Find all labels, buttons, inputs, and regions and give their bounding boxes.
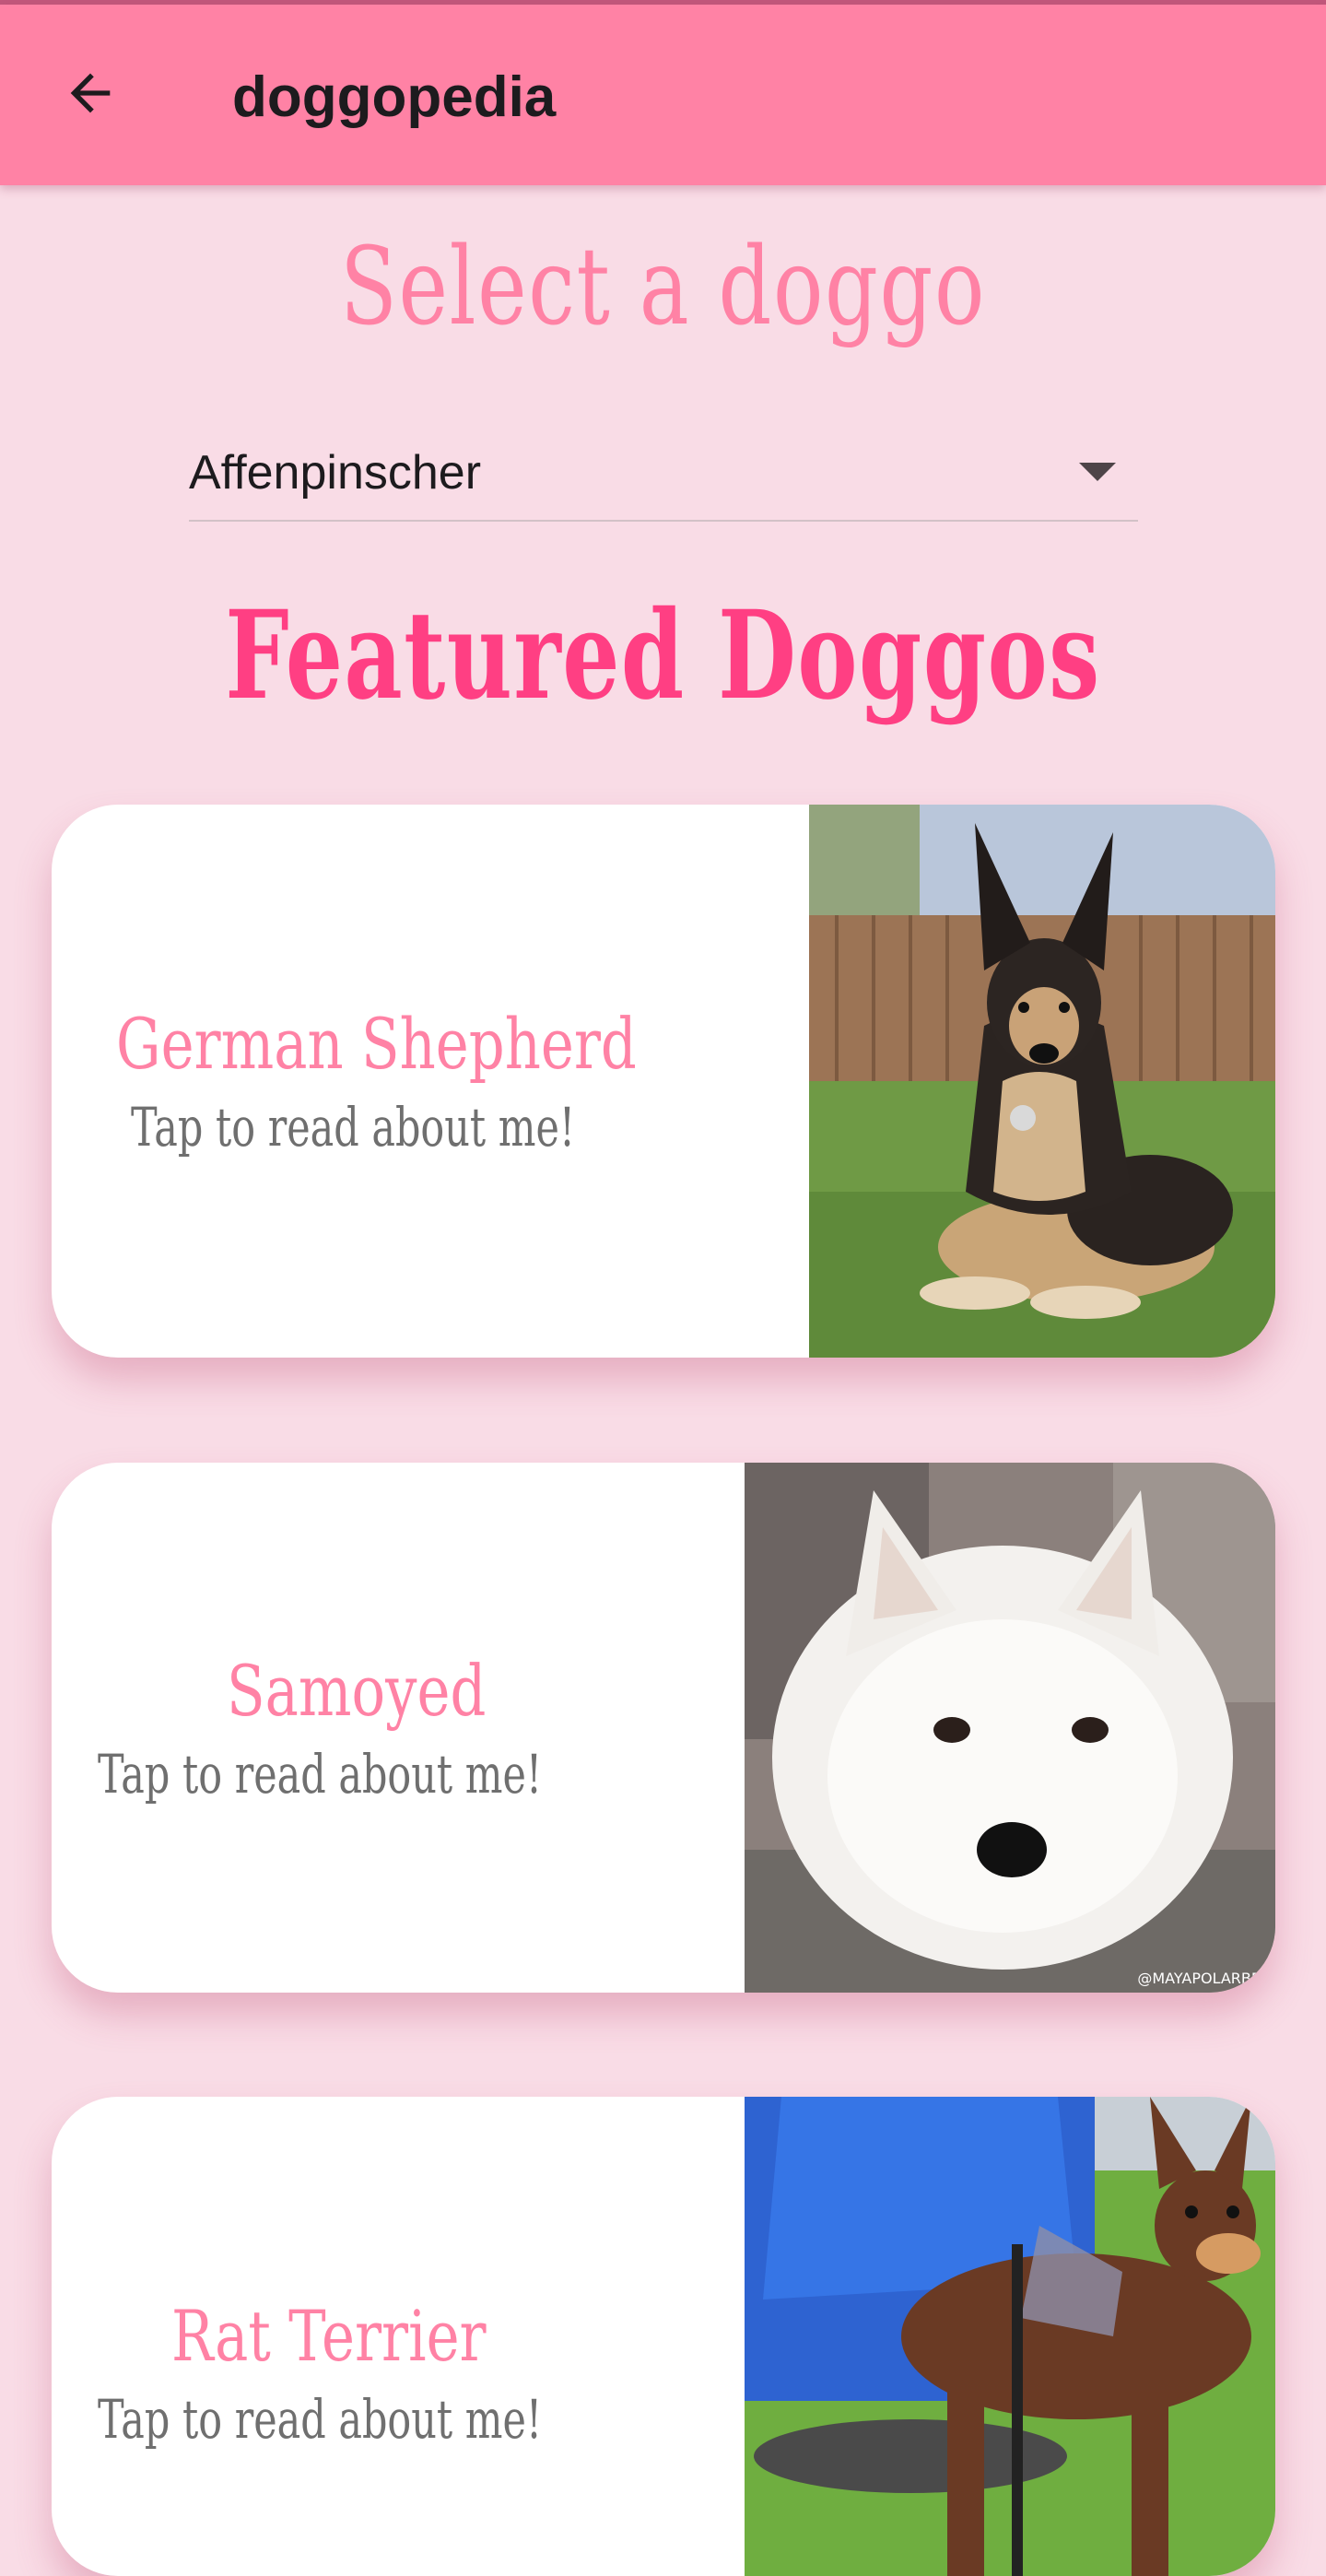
featured-doggos-heading: Featured Doggos [225,584,1101,727]
card-subtitle: Tap to read about me! [98,1742,543,1806]
arrow-back-icon [70,73,111,113]
card-subtitle: Tap to read about me! [131,1096,576,1159]
featured-card-rat-terrier[interactable]: Rat Terrier Tap to read about me! [52,2097,1275,2576]
featured-card-german-shepherd[interactable]: German Shepherd Tap to read about me! [52,805,1275,1358]
back-button[interactable] [46,49,135,137]
arrow-drop-down-icon [1079,463,1116,481]
card-text: Rat Terrier Tap to read about me! [98,2097,698,2576]
select-doggo-heading: Select a doggo [339,225,987,349]
dropdown-selected-value: Affenpinscher [189,446,482,500]
card-breed-name: Samoyed [227,1649,487,1732]
card-breed-name: Rat Terrier [171,2295,487,2377]
card-text: Samoyed Tap to read about me! [98,1463,698,1993]
breed-dropdown[interactable]: Affenpinscher [189,426,1138,522]
app-title: doggopedia [232,65,557,129]
featured-card-samoyed[interactable]: Samoyed Tap to read about me! @MAYAPOLAR… [52,1463,1275,1993]
rat-terrier-photo [745,2097,1275,2576]
card-subtitle: Tap to read about me! [98,2388,543,2451]
samoyed-photo: @MAYAPOLARBE [745,1463,1275,1993]
german-shepherd-photo [809,805,1275,1358]
card-text: German Shepherd Tap to read about me! [116,805,767,1358]
app-bar: doggopedia [0,5,1326,185]
watermark-text: @MAYAPOLARBE [1137,1970,1261,1987]
card-breed-name: German Shepherd [116,1003,637,1085]
